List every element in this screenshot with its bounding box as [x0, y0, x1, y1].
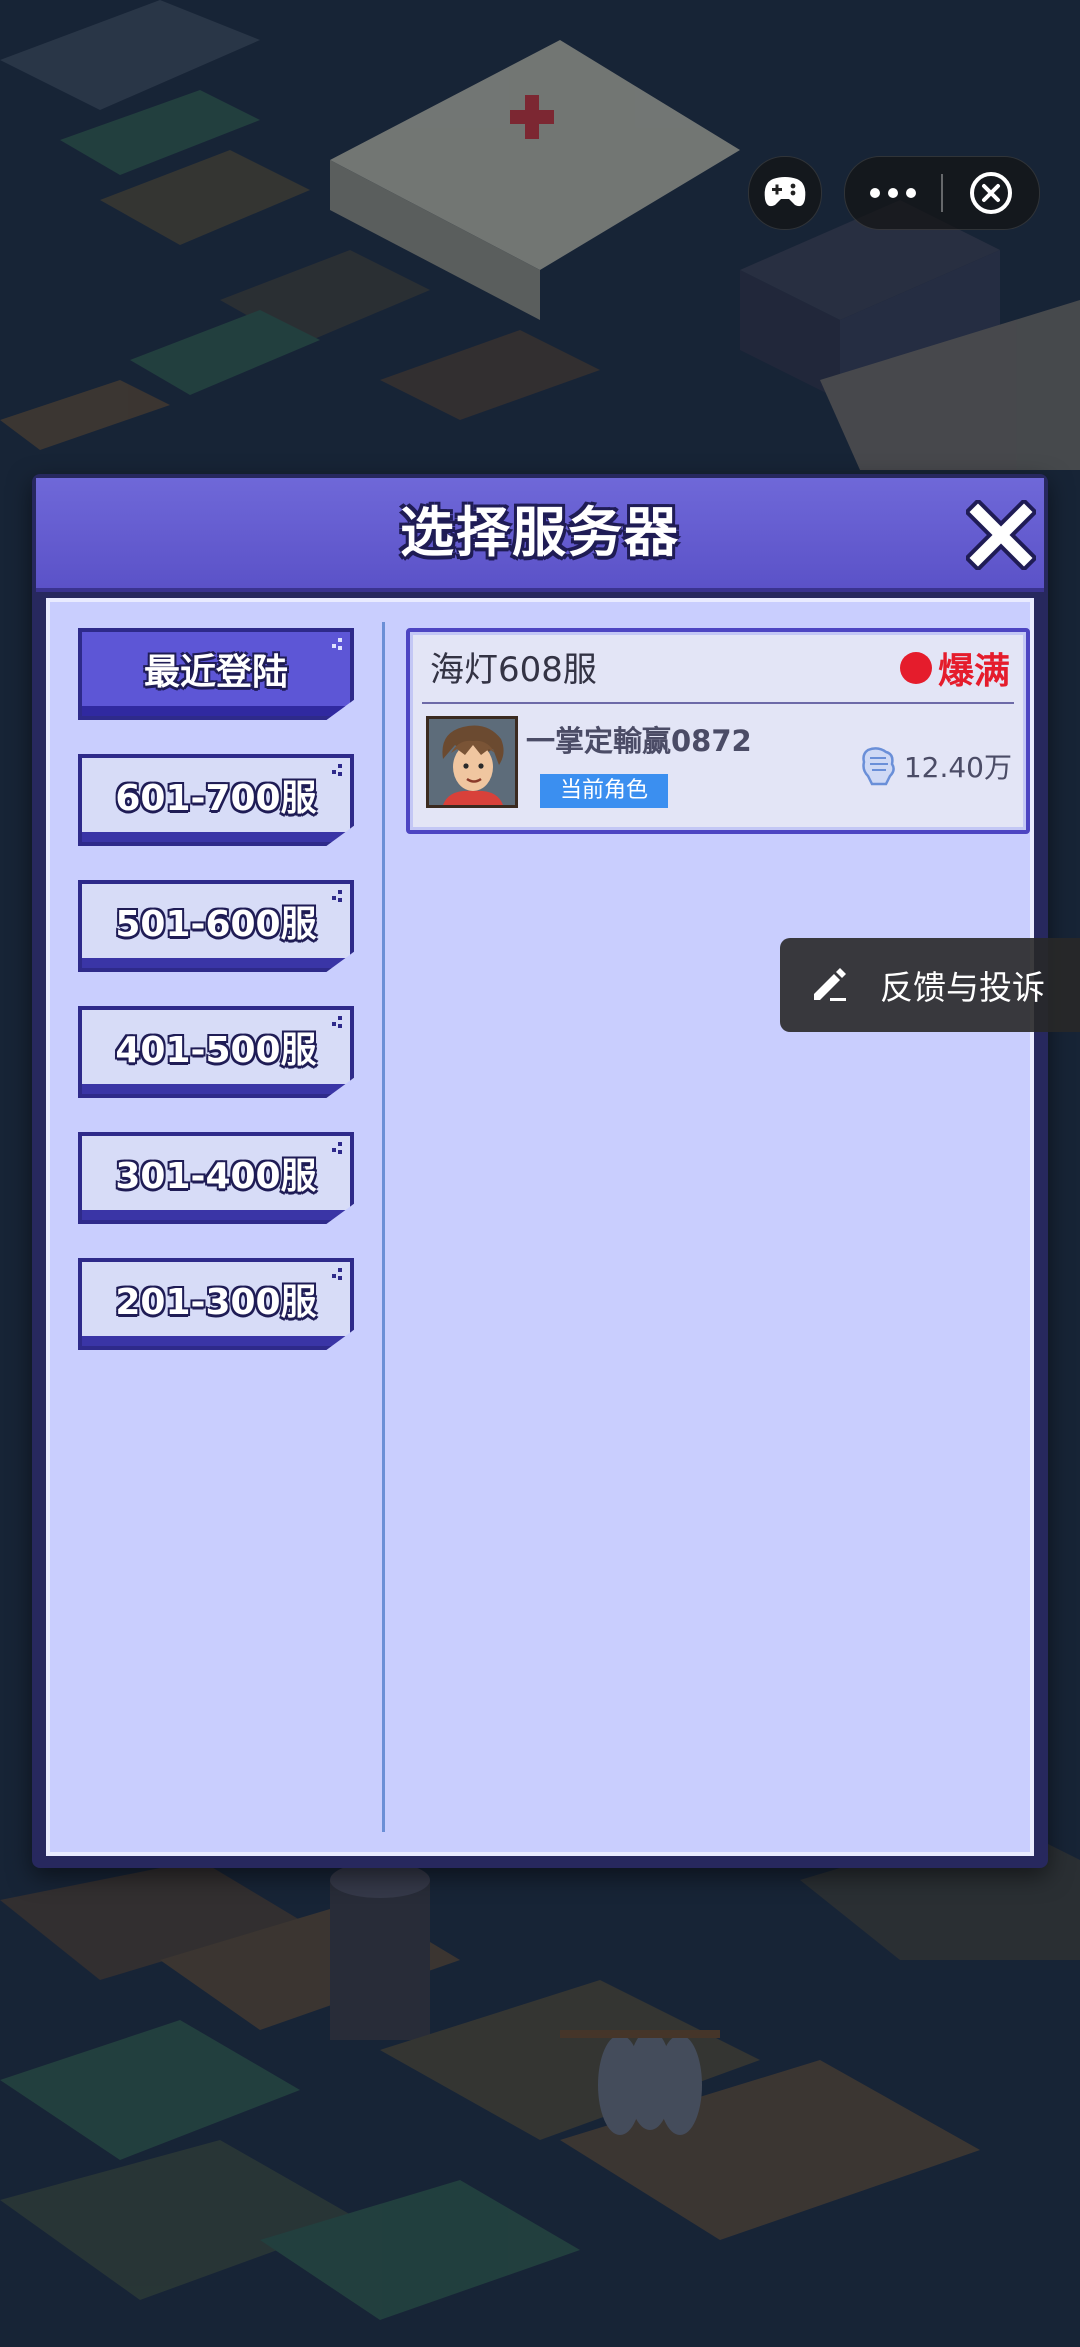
- close-miniprogram-button[interactable]: [943, 157, 1039, 229]
- feedback-button[interactable]: 反馈与投诉: [780, 938, 1080, 1032]
- tab-label: 401-500服: [115, 1030, 317, 1071]
- character-portrait-icon: [429, 719, 515, 805]
- server-name: 海灯608服: [430, 650, 597, 690]
- dialog-close-button[interactable]: [964, 498, 1038, 572]
- current-role-badge: 当前角色: [540, 774, 668, 808]
- tab-label: 501-600服: [115, 904, 317, 945]
- power-value: 12.40万: [903, 751, 1012, 784]
- dialog-header: 选择服务器: [36, 478, 1044, 592]
- more-dots-icon: [870, 188, 916, 198]
- tab-label: 601-700服: [115, 778, 317, 819]
- feedback-label: 反馈与投诉: [880, 968, 1045, 1007]
- gamepad-icon: [764, 177, 806, 207]
- fist-icon: [862, 747, 895, 786]
- card-divider: [422, 702, 1014, 704]
- server-card[interactable]: 海灯608服 爆满 一掌定輸赢0872 当前角色 12.40万: [406, 628, 1030, 834]
- tab-label: 最近登陆: [143, 652, 288, 693]
- tab-recent-login[interactable]: 最近登陆: [78, 628, 354, 720]
- tab-label: 201-300服: [115, 1282, 317, 1323]
- power-display: 12.40万: [856, 744, 1012, 788]
- tab-401-500[interactable]: 401-500服: [78, 1006, 354, 1098]
- tab-501-600[interactable]: 501-600服: [78, 880, 354, 972]
- close-icon: [966, 500, 1036, 570]
- server-status-label: 爆满: [937, 651, 1010, 692]
- mini-program-capsule: [844, 156, 1040, 230]
- tab-201-300[interactable]: 201-300服: [78, 1258, 354, 1350]
- status-dot-icon: [899, 652, 932, 684]
- avatar: [426, 716, 518, 808]
- character-name: 一掌定輸赢0872: [526, 724, 752, 758]
- tab-601-700[interactable]: 601-700服: [78, 754, 354, 846]
- tab-301-400[interactable]: 301-400服: [78, 1132, 354, 1224]
- game-center-button[interactable]: [748, 156, 822, 230]
- server-status: 爆满: [899, 642, 1010, 694]
- dialog-body: 最近登陆 601-700服 501-600服 401-500服 301-400服…: [46, 598, 1034, 1856]
- tab-label: 301-400服: [115, 1156, 317, 1197]
- close-circle-icon: [970, 172, 1012, 214]
- dialog-title: 选择服务器: [400, 501, 680, 564]
- column-divider: [382, 622, 385, 1832]
- pencil-icon: [814, 968, 846, 1001]
- server-select-dialog: 选择服务器 最近登陆 601-700服 501-600服 401-500服 30…: [32, 474, 1048, 1868]
- more-button[interactable]: [845, 157, 941, 229]
